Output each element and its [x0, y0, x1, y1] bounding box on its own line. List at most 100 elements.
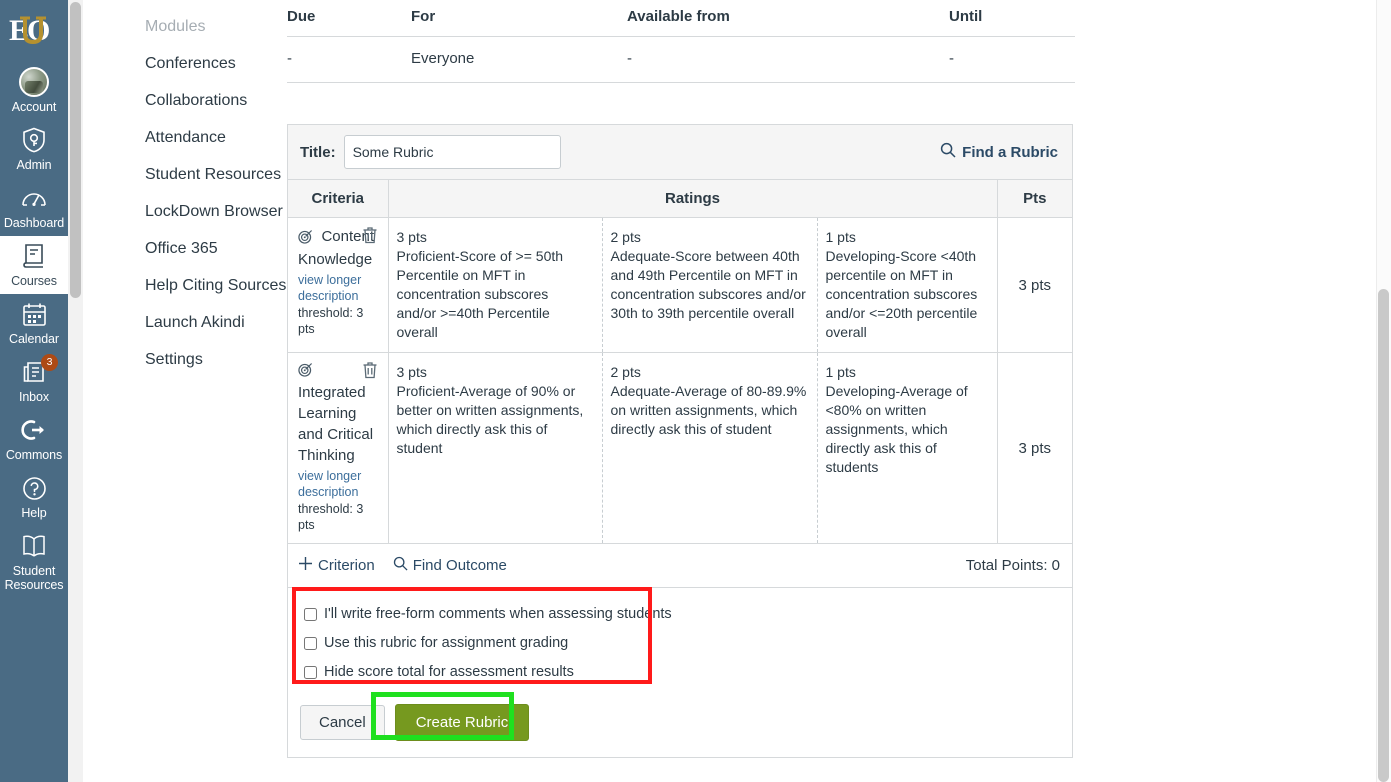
- global-nav-item-help[interactable]: Help: [0, 468, 68, 526]
- option-use-for-grading: Use this rubric for assignment grading: [304, 635, 1072, 651]
- rating-description: Adequate-Average of 80-89.9% on written …: [610, 383, 807, 437]
- rubric-title-row: Title: Find a Rubric: [288, 125, 1072, 180]
- add-criterion-label: Criterion: [318, 557, 375, 574]
- free-form-comments-label[interactable]: I'll write free-form comments when asses…: [324, 606, 672, 622]
- global-nav-label-inbox: Inbox: [18, 390, 50, 404]
- plus-icon: [298, 556, 313, 575]
- inbox-unread-badge: 3: [41, 354, 58, 371]
- global-nav-item-inbox[interactable]: 3 Inbox: [0, 352, 68, 410]
- rating-points: 1 pts: [825, 364, 856, 380]
- find-outcome-label: Find Outcome: [412, 557, 507, 574]
- course-nav-item-collaborations[interactable]: Collaborations: [117, 82, 287, 119]
- use-for-grading-label[interactable]: Use this rubric for assignment grading: [324, 635, 568, 651]
- rubric-grid-header-row: Criteria Ratings Pts: [288, 180, 1073, 218]
- page-scrollbar-thumb[interactable]: [1378, 289, 1389, 782]
- column-header-available-from: Available from: [627, 0, 949, 37]
- hide-score-total-label[interactable]: Hide score total for assessment results: [324, 664, 574, 680]
- find-a-rubric-link[interactable]: Find a Rubric: [940, 142, 1060, 162]
- global-nav-item-commons[interactable]: Commons: [0, 410, 68, 468]
- course-nav-item-student-resources[interactable]: Student Resources: [117, 156, 287, 193]
- global-nav-label-dashboard: Dashboard: [3, 216, 65, 230]
- avatar: [19, 67, 49, 97]
- delete-criterion-button[interactable]: [362, 226, 378, 244]
- course-nav-item-conferences[interactable]: Conferences: [117, 45, 287, 82]
- search-icon: [393, 556, 408, 575]
- criterion-threshold: threshold: 3 pts: [298, 502, 364, 532]
- rubric-grid: Criteria Ratings Pts Content Knowledge v…: [288, 180, 1073, 544]
- use-for-grading-checkbox[interactable]: [304, 636, 317, 650]
- global-nav-item-courses[interactable]: Courses: [0, 236, 68, 294]
- rating-cell[interactable]: 2 pts Adequate-Average of 80-89.9% on wr…: [602, 352, 818, 544]
- course-nav-item-attendance[interactable]: Attendance: [117, 119, 287, 156]
- rating-points: 2 pts: [610, 229, 641, 245]
- inbox-icon: 3: [19, 354, 58, 387]
- cell-until: -: [949, 36, 1075, 83]
- table-row: - Everyone - -: [287, 36, 1075, 83]
- dashboard-icon: [19, 183, 49, 213]
- global-nav-label-admin: Admin: [16, 158, 52, 172]
- rating-cell[interactable]: 3 pts Proficient-Score of >= 50th Percen…: [388, 217, 603, 353]
- rating-points: 1 pts: [825, 229, 856, 245]
- view-longer-description-link[interactable]: view longer description: [298, 468, 378, 500]
- global-nav-label-help: Help: [21, 506, 47, 520]
- global-nav-label-account: Account: [11, 100, 57, 114]
- rubric-editor: Title: Find a Rubric Cri: [287, 124, 1073, 758]
- commons-arrow-icon: [19, 415, 49, 445]
- help-question-icon: [19, 473, 49, 503]
- rubric-criterion-row: Content Knowledge view longer descriptio…: [288, 217, 1073, 353]
- rubric-column-ratings: Ratings: [388, 180, 998, 218]
- rating-cell[interactable]: 1 pts Developing-Average of <80% on writ…: [817, 352, 998, 544]
- rating-points: 3 pts: [396, 229, 427, 245]
- rating-description: Proficient-Average of 90% or better on w…: [396, 383, 584, 456]
- rating-cell[interactable]: 3 pts Proficient-Average of 90% or bette…: [388, 352, 603, 544]
- cell-due: -: [287, 36, 411, 83]
- criterion-cell-integrated-learning: Integrated Learning and Critical Thinkin…: [288, 352, 389, 544]
- column-header-until: Until: [949, 0, 1075, 37]
- course-nav-item-office-365[interactable]: Office 365: [117, 230, 287, 267]
- calendar-icon: [19, 299, 49, 329]
- course-navigation: Modules Conferences Collaborations Atten…: [117, 0, 287, 378]
- global-nav-scrollbar-thumb[interactable]: [70, 2, 81, 298]
- criterion-cell-content-knowledge: Content Knowledge view longer descriptio…: [288, 217, 389, 353]
- global-nav-item-admin[interactable]: Admin: [0, 120, 68, 178]
- global-nav-item-calendar[interactable]: Calendar: [0, 294, 68, 352]
- global-nav-item-account[interactable]: Account: [0, 62, 68, 120]
- course-nav-item-lockdown-browser[interactable]: LockDown Browser: [117, 193, 287, 230]
- delete-criterion-button[interactable]: [362, 361, 378, 379]
- courses-book-icon: [19, 241, 49, 271]
- rubric-footer: Criterion Find Outcome Total Points: 0: [288, 544, 1072, 588]
- rubric-column-criteria: Criteria: [288, 180, 389, 218]
- course-nav-item-modules[interactable]: Modules: [117, 8, 287, 45]
- shield-icon: [19, 125, 49, 155]
- course-nav-item-launch-akindi[interactable]: Launch Akindi: [117, 304, 287, 341]
- rubric-title-input[interactable]: [343, 135, 561, 169]
- rubric-criterion-row: Integrated Learning and Critical Thinkin…: [288, 352, 1073, 544]
- course-nav-item-help-citing-sources[interactable]: Help Citing Sources: [117, 267, 287, 304]
- view-longer-description-link[interactable]: view longer description: [298, 272, 378, 304]
- global-nav-item-dashboard[interactable]: Dashboard: [0, 178, 68, 236]
- cancel-button[interactable]: Cancel: [300, 705, 385, 740]
- rubric-options: I'll write free-form comments when asses…: [288, 588, 1072, 694]
- hide-score-total-checkbox[interactable]: [304, 665, 317, 679]
- global-navigation: E O Account Admin Dashboard Courses Cale…: [0, 0, 68, 782]
- assignment-dates-table: Due For Available from Until - Everyone …: [287, 0, 1075, 83]
- rating-description: Developing-Score <40th percentile on MFT…: [825, 248, 978, 340]
- search-icon: [940, 142, 956, 162]
- add-criterion-button[interactable]: Criterion: [298, 556, 375, 575]
- rating-cell[interactable]: 1 pts Developing-Score <40th percentile …: [817, 217, 998, 353]
- global-nav-item-student-resources[interactable]: Student Resources: [0, 526, 68, 598]
- column-header-for: For: [411, 0, 627, 37]
- free-form-comments-checkbox[interactable]: [304, 607, 317, 621]
- eu-logo[interactable]: E O: [0, 0, 68, 62]
- option-free-form-comments: I'll write free-form comments when asses…: [304, 606, 1072, 622]
- criterion-threshold: threshold: 3 pts: [298, 306, 364, 336]
- column-header-due: Due: [287, 0, 411, 37]
- create-rubric-button[interactable]: Create Rubric: [394, 704, 530, 741]
- table-header-row: Due For Available from Until: [287, 0, 1075, 37]
- global-nav-label-commons: Commons: [5, 448, 63, 462]
- find-outcome-button[interactable]: Find Outcome: [393, 556, 507, 575]
- course-nav-item-settings[interactable]: Settings: [117, 341, 287, 378]
- global-nav-label-courses: Courses: [11, 274, 57, 288]
- global-nav-label-calendar: Calendar: [9, 332, 59, 346]
- rating-cell[interactable]: 2 pts Adequate-Score between 40th and 49…: [602, 217, 818, 353]
